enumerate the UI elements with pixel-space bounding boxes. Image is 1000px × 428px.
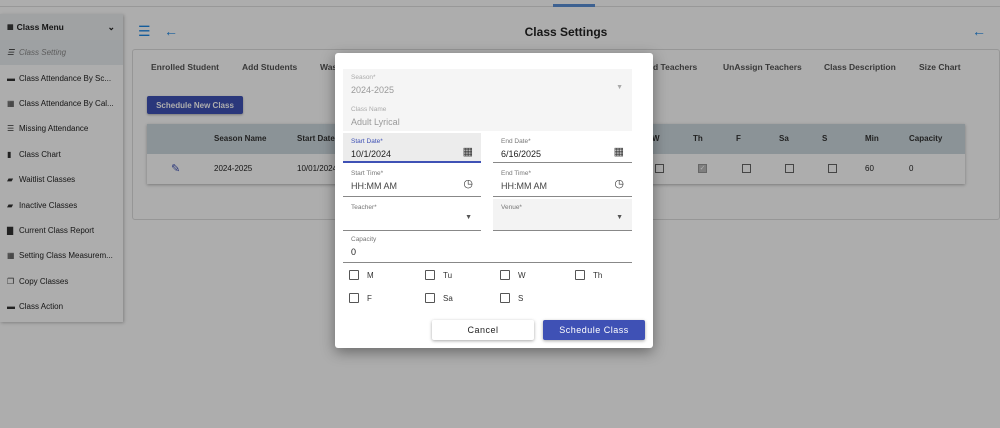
end-date-label: End Date* xyxy=(501,138,531,145)
day-label: Th xyxy=(593,270,603,280)
day-checkbox-f[interactable]: F xyxy=(349,293,372,303)
venue-select[interactable]: Venue* ▼ xyxy=(493,199,632,231)
end-time-label: End Time* xyxy=(501,170,531,177)
calendar-icon[interactable]: ▦ xyxy=(463,145,473,158)
caret-down-icon: ▼ xyxy=(465,214,472,221)
start-time-field[interactable]: Start Time* HH:MM AM ◷ xyxy=(343,165,481,197)
class-name-label: Class Name xyxy=(351,106,387,113)
season-value: 2024-2025 xyxy=(351,85,395,95)
end-date-field[interactable]: End Date* 6/16/2025 ▦ xyxy=(493,133,632,163)
class-name-value: Adult Lyrical xyxy=(351,117,400,127)
season-label: Season* xyxy=(351,74,376,81)
clock-icon[interactable]: ◷ xyxy=(463,177,473,190)
capacity-label: Capacity xyxy=(351,236,377,243)
capacity-input[interactable]: 0 xyxy=(351,247,356,257)
day-checkbox-w[interactable]: W xyxy=(500,270,526,280)
clock-icon[interactable]: ◷ xyxy=(614,177,624,190)
schedule-class-dialog: Season* 2024-2025 ▼ Class Name Adult Lyr… xyxy=(335,53,653,348)
teacher-select[interactable]: Teacher* ▼ xyxy=(343,199,481,231)
caret-down-icon: ▼ xyxy=(616,84,623,91)
day-checkbox-tu[interactable]: Tu xyxy=(425,270,452,280)
start-time-input[interactable]: HH:MM AM xyxy=(351,181,397,191)
day-label: F xyxy=(367,293,372,303)
day-label: S xyxy=(518,293,524,303)
day-checkbox-s[interactable]: S xyxy=(500,293,523,303)
day-label: Tu xyxy=(443,270,453,280)
schedule-class-button[interactable]: Schedule Class xyxy=(543,320,645,340)
season-select: Season* 2024-2025 ▼ xyxy=(343,69,632,101)
venue-label: Venue* xyxy=(501,204,522,211)
class-name-field: Class Name Adult Lyrical xyxy=(343,101,632,131)
day-checkbox-m[interactable]: M xyxy=(349,270,374,280)
calendar-icon[interactable]: ▦ xyxy=(614,145,624,158)
start-date-label: Start Date* xyxy=(351,138,383,145)
end-time-input[interactable]: HH:MM AM xyxy=(501,181,547,191)
day-label: W xyxy=(518,270,526,280)
cancel-button[interactable]: Cancel xyxy=(432,320,534,340)
day-label: M xyxy=(367,270,374,280)
day-checkbox-sa[interactable]: Sa xyxy=(425,293,453,303)
start-date-field[interactable]: Start Date* 10/1/2024 ▦ xyxy=(343,133,481,163)
start-date-value[interactable]: 10/1/2024 xyxy=(351,149,391,159)
start-time-label: Start Time* xyxy=(351,170,384,177)
teacher-label: Teacher* xyxy=(351,204,377,211)
capacity-field[interactable]: Capacity 0 xyxy=(343,231,632,263)
caret-down-icon: ▼ xyxy=(616,214,623,221)
end-time-field[interactable]: End Time* HH:MM AM ◷ xyxy=(493,165,632,197)
day-checkbox-th[interactable]: Th xyxy=(575,270,602,280)
end-date-value[interactable]: 6/16/2025 xyxy=(501,149,541,159)
day-label: Sa xyxy=(443,293,453,303)
